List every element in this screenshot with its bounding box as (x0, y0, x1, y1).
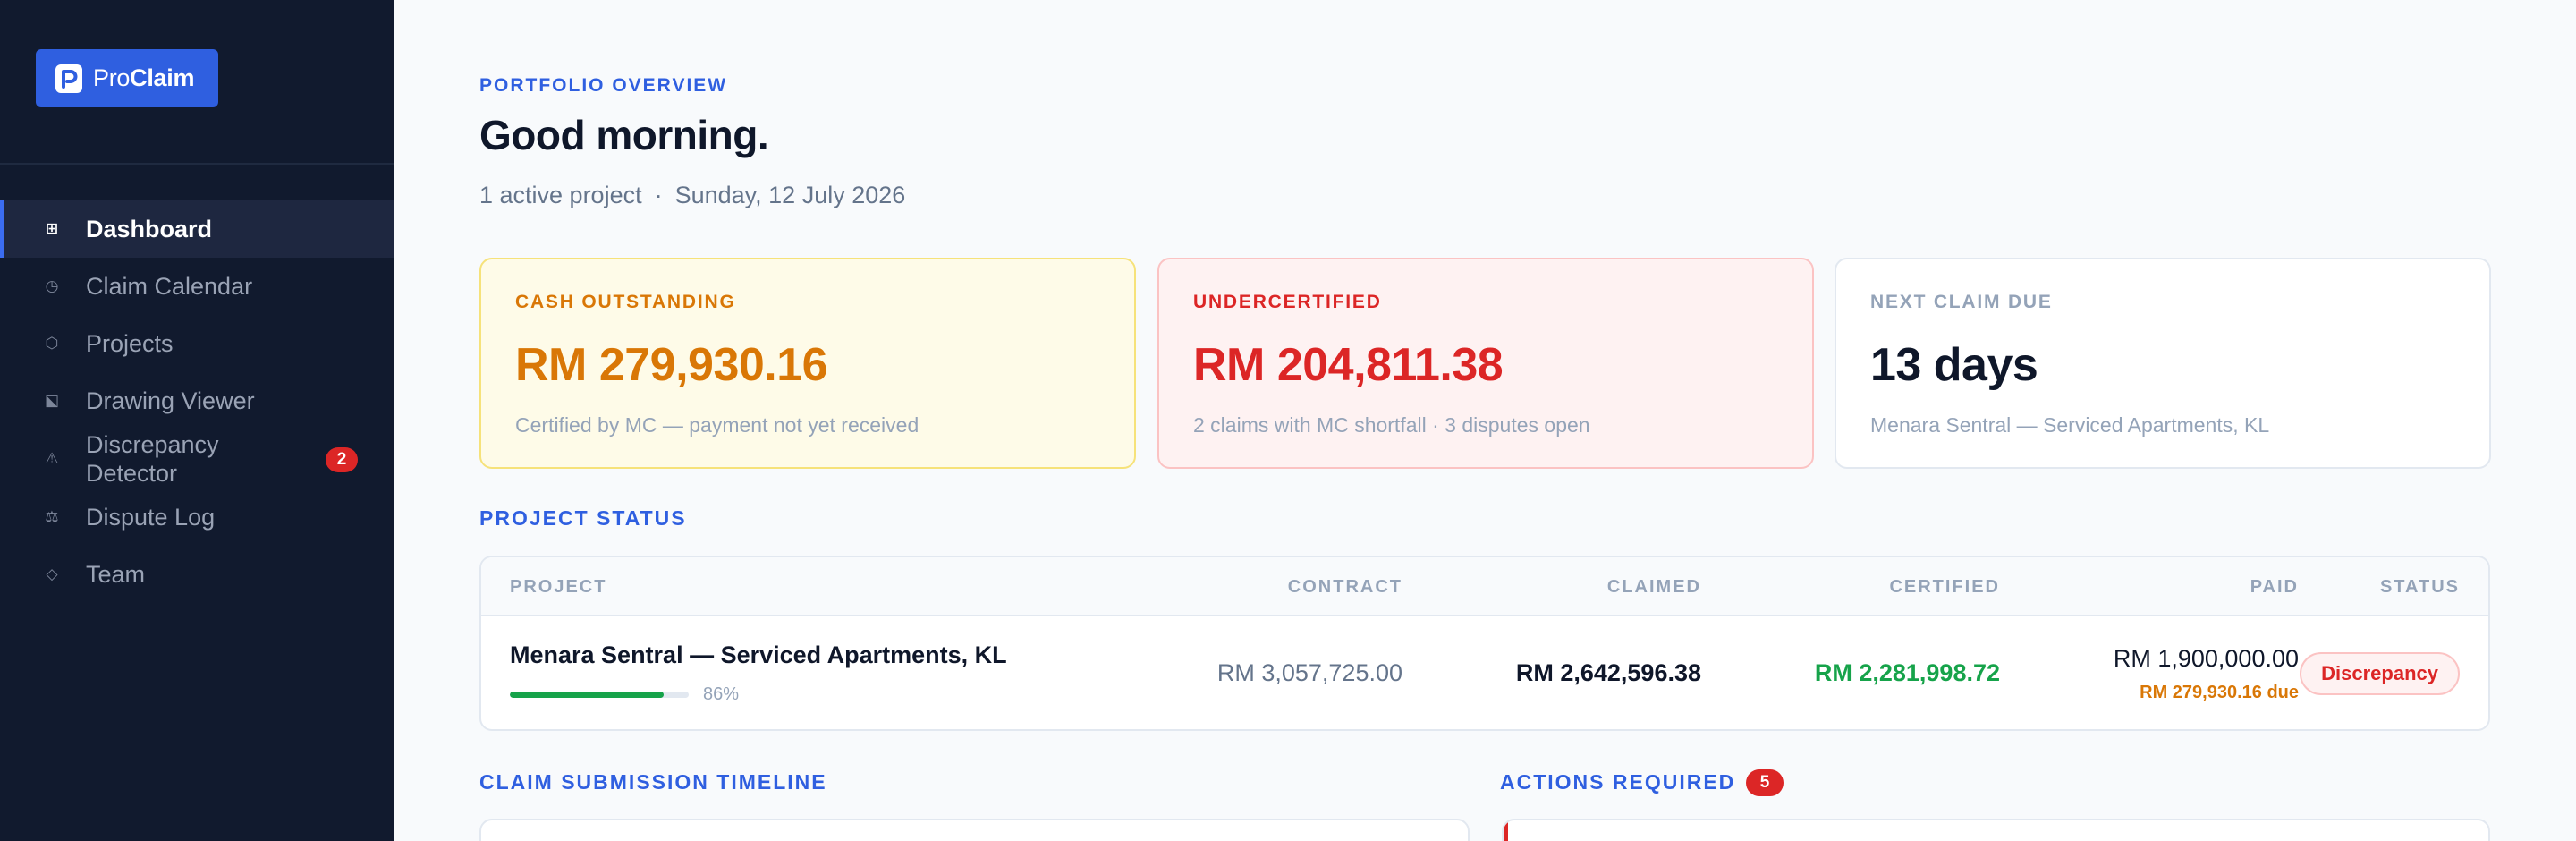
sidebar-item-team[interactable]: ◇ Team (0, 546, 394, 603)
active-project-count: 1 active project (479, 182, 642, 208)
column-header-certified[interactable]: CERTIFIED (1889, 577, 2000, 598)
diamond-icon: ◇ (46, 565, 58, 582)
card-value: 13 days (1870, 339, 2038, 391)
app-name-suffix: Claim (130, 64, 195, 91)
subtitle-separator: · (654, 182, 663, 208)
sidebar: ProClaim ⊞ Dashboard ◷ Claim Calendar ⬡ … (0, 0, 394, 841)
app-logo[interactable]: ProClaim (36, 49, 218, 107)
scales-icon: ⚖ (45, 508, 59, 525)
actions-count-badge: 5 (1746, 769, 1784, 796)
column-header-status[interactable]: STATUS (2380, 577, 2460, 598)
project-progress-fill (510, 692, 664, 698)
status-badge[interactable]: Discrepancy (2300, 652, 2460, 695)
clock-icon: ◷ (45, 277, 59, 294)
sidebar-item-label: Projects (86, 329, 174, 357)
sidebar-item-label: Claim Calendar (86, 272, 253, 300)
undercertified-card[interactable]: UNDERCERTIFIED RM 204,811.38 2 claims wi… (1157, 258, 1814, 469)
column-header-paid[interactable]: PAID (2250, 577, 2299, 598)
next-claim-due-card[interactable]: NEXT CLAIM DUE 13 days Menara Sentral — … (1835, 258, 2491, 469)
sidebar-item-label: Dashboard (86, 215, 213, 242)
project-progress-bar (510, 692, 689, 698)
sidebar-item-projects[interactable]: ⬡ Projects (0, 315, 394, 372)
card-value: RM 279,930.16 (515, 339, 828, 391)
sidebar-item-dashboard[interactable]: ⊞ Dashboard (0, 200, 394, 258)
grid-icon: ⊞ (45, 220, 59, 237)
claim-timeline-title: CLAIM SUBMISSION TIMELINE (479, 770, 827, 794)
card-note: Certified by MC — payment not yet receiv… (515, 413, 919, 437)
project-status-title: PROJECT STATUS (479, 506, 687, 530)
page-subtitle: 1 active project · Sunday, 12 July 2026 (479, 182, 905, 209)
current-date: Sunday, 12 July 2026 (674, 182, 906, 208)
column-header-project[interactable]: PROJECT (510, 577, 606, 598)
contract-value: RM 3,057,725.00 (1216, 659, 1402, 686)
app-name: ProClaim (93, 64, 194, 92)
card-value: RM 204,811.38 (1193, 339, 1504, 391)
certified-value: RM 2,281,998.72 (1814, 659, 2000, 686)
sidebar-nav: ⊞ Dashboard ◷ Claim Calendar ⬡ Projects … (0, 200, 394, 603)
card-label: NEXT CLAIM DUE (1870, 292, 2053, 312)
sidebar-item-claim-calendar[interactable]: ◷ Claim Calendar (0, 258, 394, 315)
column-header-contract[interactable]: CONTRACT (1288, 577, 1402, 598)
drawing-icon: ⬕ (44, 392, 60, 409)
claimed-value: RM 2,642,596.38 (1515, 659, 1701, 686)
proclaim-logo-icon (55, 64, 82, 93)
table-row[interactable]: Menara Sentral — Serviced Apartments, KL… (481, 616, 2488, 729)
amount-due: RM 279,930.16 due (2140, 683, 2299, 702)
card-note: 2 claims with MC shortfall · 3 disputes … (1193, 413, 1590, 437)
app-name-prefix: Pro (93, 64, 131, 91)
sidebar-item-drawing-viewer[interactable]: ⬕ Drawing Viewer (0, 372, 394, 429)
card-label: UNDERCERTIFIED (1193, 292, 1382, 312)
actions-required-title: ACTIONS REQUIRED (1500, 770, 1736, 794)
discrepancy-count-badge: 2 (326, 447, 358, 472)
sidebar-item-label: Dispute Log (86, 503, 216, 531)
page-eyebrow: PORTFOLIO OVERVIEW (479, 75, 728, 96)
sidebar-item-label: Discrepancy Detector (86, 431, 219, 487)
card-label: CASH OUTSTANDING (515, 292, 736, 312)
project-progress-label: 86% (703, 684, 740, 704)
column-header-claimed[interactable]: CLAIMED (1607, 577, 1701, 598)
project-status-table: PROJECT CONTRACT CLAIMED CERTIFIED PAID … (479, 556, 2490, 731)
page-title: Good morning. (479, 112, 769, 158)
sidebar-item-dispute-log[interactable]: ⚖ Dispute Log (0, 488, 394, 546)
sidebar-item-discrepancy-detector[interactable]: ⚠ Discrepancy Detector 2 (0, 429, 394, 488)
paid-value: RM 1,900,000.00 (2113, 645, 2299, 672)
actions-required-panel (1502, 819, 2490, 841)
sidebar-divider (0, 163, 394, 165)
hexagon-icon: ⬡ (45, 335, 59, 352)
sidebar-item-label: Drawing Viewer (86, 387, 255, 414)
claim-timeline-panel (479, 819, 1470, 841)
warning-icon: ⚠ (45, 450, 59, 467)
sidebar-item-label: Team (86, 560, 146, 588)
cash-outstanding-card[interactable]: CASH OUTSTANDING RM 279,930.16 Certified… (479, 258, 1136, 469)
table-header: PROJECT CONTRACT CLAIMED CERTIFIED PAID … (481, 557, 2488, 616)
project-name[interactable]: Menara Sentral — Serviced Apartments, KL (510, 641, 1007, 669)
card-note: Menara Sentral — Serviced Apartments, KL (1870, 413, 2270, 437)
